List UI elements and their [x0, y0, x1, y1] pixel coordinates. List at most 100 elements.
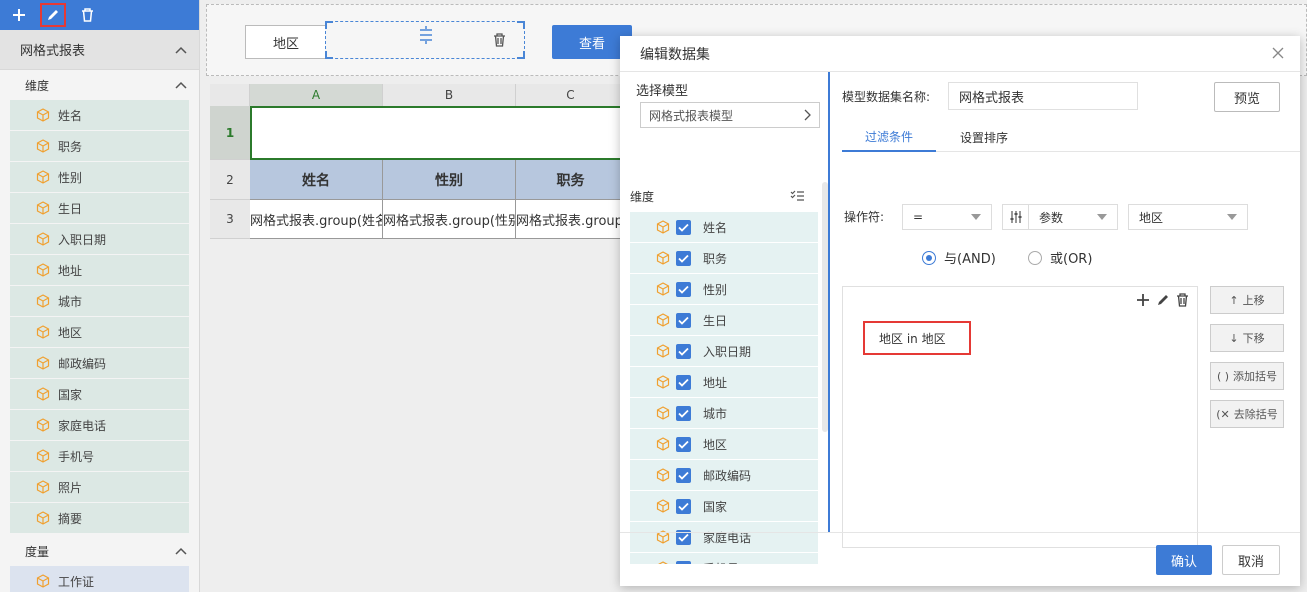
list-item[interactable]: 性别 [10, 162, 189, 192]
operator-label: 操作符: [844, 210, 885, 224]
move-down-button[interactable]: ↓ 下移 [1210, 324, 1284, 352]
row-header-1[interactable]: 1 [210, 106, 250, 160]
list-item-label: 摘要 [58, 511, 83, 526]
cube-icon [36, 232, 50, 246]
list-item[interactable]: 家庭电话 [10, 410, 189, 440]
list-item[interactable]: 工作证 [10, 566, 189, 592]
checkbox-checked[interactable] [676, 374, 691, 390]
list-item[interactable]: 国家 [10, 379, 189, 409]
list-item[interactable]: 姓名 [10, 100, 189, 130]
radio-or[interactable]: 或(OR) [1028, 248, 1092, 267]
chevron-up-icon[interactable] [175, 46, 187, 54]
row-header-2[interactable]: 2 [210, 160, 250, 200]
chevron-up-icon[interactable] [175, 547, 187, 555]
param-label-region[interactable]: 地区 [245, 25, 327, 59]
body-cell-gender[interactable]: 网格式报表.group(性别) [383, 200, 516, 239]
list-item[interactable]: 国家 [630, 491, 818, 521]
title-cell[interactable] [250, 106, 626, 160]
tab-filter[interactable]: 过滤条件 [842, 122, 936, 152]
trash-icon[interactable] [74, 3, 100, 27]
column-header-c[interactable]: C [516, 84, 626, 106]
chevron-up-icon[interactable] [175, 81, 187, 89]
checkbox-checked[interactable] [676, 436, 691, 452]
body-cell-position[interactable]: 网格式报表.group(职务) [516, 200, 626, 239]
header-cell-name[interactable]: 姓名 [250, 160, 383, 200]
list-item[interactable]: 照片 [10, 472, 189, 502]
list-item[interactable]: 入职日期 [630, 336, 818, 366]
body-cell-name[interactable]: 网格式报表.group(姓名) [250, 200, 383, 239]
radio-button-unchecked[interactable] [1028, 250, 1042, 265]
list-item[interactable]: 地址 [10, 255, 189, 285]
param-value-select[interactable]: 地区 [1128, 204, 1248, 230]
add-bracket-button[interactable]: ( ) 添加括号 [1210, 362, 1284, 390]
measure-group-header[interactable]: 度量 [0, 536, 199, 566]
list-item-label: 入职日期 [58, 232, 107, 247]
list-item[interactable]: 职务 [10, 131, 189, 161]
list-item[interactable]: 姓名 [630, 212, 818, 242]
list-item[interactable]: 城市 [630, 398, 818, 428]
condition-item[interactable]: 地区 in 地区 [863, 321, 971, 355]
header-cell-position[interactable]: 职务 [516, 160, 626, 200]
list-item-label: 邮政编码 [58, 356, 107, 371]
list-item[interactable]: 性别 [630, 274, 818, 304]
close-icon[interactable] [1272, 43, 1284, 64]
param-value: 地区 [1139, 210, 1164, 225]
edit-icon[interactable] [1156, 293, 1170, 310]
checkbox-checked[interactable] [676, 467, 691, 483]
cancel-button[interactable]: 取消 [1222, 545, 1280, 575]
sidebar-section-header[interactable]: 网格式报表 [0, 30, 199, 70]
condition-box: 地区 in 地区 [842, 286, 1198, 548]
dataset-name-input[interactable]: 网格式报表 [948, 82, 1138, 110]
param-input-widget[interactable] [325, 21, 525, 59]
list-item[interactable]: 摘要 [10, 503, 189, 533]
cube-icon [36, 449, 50, 463]
list-item[interactable]: 生日 [630, 305, 818, 335]
drag-handle-icon[interactable] [418, 26, 434, 48]
list-item[interactable]: 地址 [630, 367, 818, 397]
header-cell-gender[interactable]: 性别 [383, 160, 516, 200]
list-item[interactable]: 入职日期 [10, 224, 189, 254]
checklist-icon[interactable] [790, 190, 804, 202]
move-up-button[interactable]: ↑ 上移 [1210, 286, 1284, 314]
list-item[interactable]: 生日 [10, 193, 189, 223]
radio-and[interactable]: 与(AND) [922, 248, 996, 267]
checkbox-checked[interactable] [676, 343, 691, 359]
checkbox-checked[interactable] [676, 312, 691, 328]
checkbox-checked[interactable] [676, 219, 691, 235]
column-header-b[interactable]: B [383, 84, 516, 106]
operator-select[interactable]: = [902, 204, 992, 230]
add-icon[interactable] [1136, 293, 1150, 310]
list-item[interactable]: 职务 [630, 243, 818, 273]
dimension-scrollbar[interactable] [822, 182, 828, 432]
column-header-a[interactable]: A [250, 84, 383, 106]
list-item[interactable]: 邮政编码 [10, 348, 189, 378]
dialog-config-pane: 模型数据集名称: 网格式报表 预览 过滤条件 设置排序 操作符: = 参数 地区 [832, 72, 1300, 548]
tab-sort[interactable]: 设置排序 [944, 122, 1024, 152]
list-item[interactable]: 手机号 [10, 441, 189, 471]
trash-icon[interactable] [493, 33, 506, 50]
radio-button-checked[interactable] [922, 250, 936, 265]
remove-bracket-button[interactable]: (✕ 去除括号 [1210, 400, 1284, 428]
checkbox-checked[interactable] [676, 405, 691, 421]
list-item[interactable]: 地区 [10, 317, 189, 347]
cube-icon [36, 139, 50, 153]
checkbox-checked[interactable] [676, 250, 691, 266]
trash-icon[interactable] [1176, 293, 1189, 310]
list-item[interactable]: 城市 [10, 286, 189, 316]
dimension-group-header[interactable]: 维度 [0, 70, 199, 100]
radio-or-label: 或(OR) [1050, 252, 1093, 267]
confirm-button[interactable]: 确认 [1156, 545, 1212, 575]
list-item[interactable]: 邮政编码 [630, 460, 818, 490]
checkbox-checked[interactable] [676, 281, 691, 297]
preview-button[interactable]: 预览 [1214, 82, 1280, 112]
add-icon[interactable] [6, 3, 32, 27]
row-header-3[interactable]: 3 [210, 200, 250, 239]
model-selector[interactable]: 网格式报表模型 [640, 102, 820, 128]
move-down-label: 下移 [1242, 332, 1265, 345]
cube-icon [36, 108, 50, 122]
param-type-select[interactable]: 参数 [1002, 204, 1118, 230]
arrow-up-icon: ↑ [1229, 293, 1239, 307]
list-item[interactable]: 地区 [630, 429, 818, 459]
edit-icon[interactable] [40, 3, 66, 27]
checkbox-checked[interactable] [676, 498, 691, 514]
